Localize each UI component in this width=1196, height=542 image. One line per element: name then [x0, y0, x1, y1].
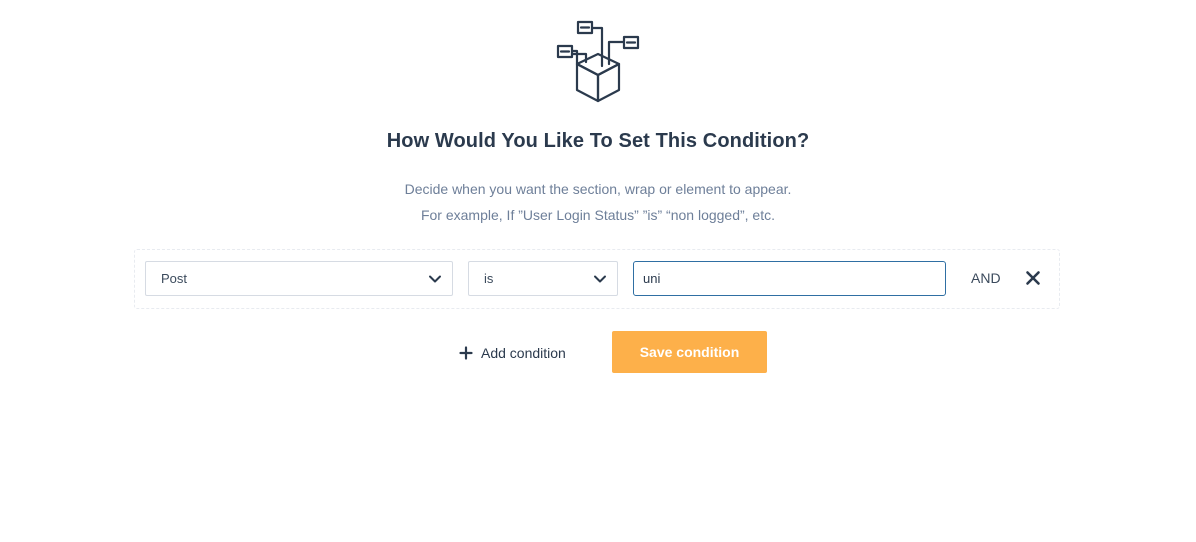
condition-dialog: How Would You Like To Set This Condition… [0, 0, 1196, 542]
close-icon[interactable] [1024, 269, 1042, 287]
save-condition-button[interactable]: Save condition [612, 331, 767, 373]
condition-field-value: Post [161, 271, 188, 286]
condition-operator-value: is [484, 271, 494, 286]
condition-value-input[interactable] [633, 261, 946, 296]
add-condition-button[interactable]: Add condition [459, 342, 566, 364]
description-line-1: Decide when you want the section, wrap o… [404, 181, 792, 197]
page-title: How Would You Like To Set This Condition… [386, 130, 810, 152]
description-line-2: For example, If ”User Login Status” ”is”… [420, 207, 776, 223]
chevron-down-icon [429, 275, 441, 283]
chevron-down-icon [594, 275, 606, 283]
box-network-icon [556, 20, 640, 103]
condition-row: Post is AND [134, 249, 1060, 309]
condition-operator-select[interactable]: is [468, 261, 618, 296]
plus-icon [459, 346, 473, 360]
condition-field-select[interactable]: Post [145, 261, 453, 296]
add-condition-label: Add condition [481, 345, 566, 361]
logic-operator-label[interactable]: AND [971, 270, 1001, 286]
